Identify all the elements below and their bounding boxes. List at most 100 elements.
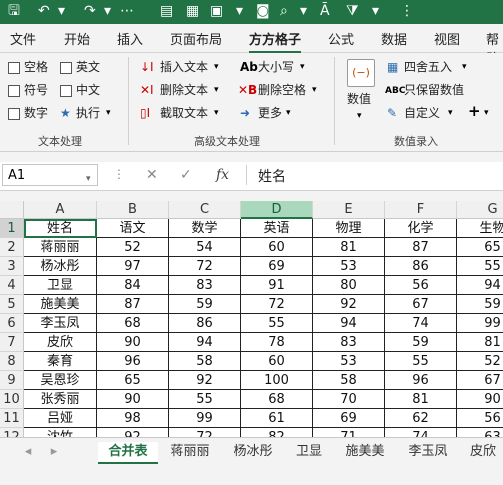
table-cell[interactable]: 68 (241, 390, 313, 409)
undo-icon[interactable]: ↶ (38, 2, 50, 20)
qat-overflow-icon[interactable]: ⋮ (400, 2, 414, 20)
tab-insert[interactable]: 插入 (117, 29, 143, 48)
case-dropdown-icon[interactable]: ▾ (300, 60, 305, 74)
formula-input[interactable]: 姓名 (258, 166, 286, 186)
table-cell[interactable]: 56 (385, 276, 457, 295)
table-cell[interactable]: 55 (241, 314, 313, 333)
table-cell[interactable]: 96 (385, 371, 457, 390)
sheet-tab[interactable]: 蒋丽丽 (160, 442, 220, 462)
chinese-checkbox[interactable] (60, 85, 72, 97)
table-header-cell[interactable]: 英语 (241, 219, 313, 238)
tab-data[interactable]: 数据 (381, 29, 407, 48)
table-cell[interactable]: 87 (97, 295, 169, 314)
tab-fangfanggezi[interactable]: 方方格子 (249, 29, 302, 54)
insert-function-button[interactable]: fx (216, 167, 229, 183)
column-header[interactable]: F (385, 201, 457, 219)
table-header-cell[interactable]: 化学 (385, 219, 457, 238)
table-cell[interactable]: 60 (241, 352, 313, 371)
row-header[interactable]: 9 (0, 371, 24, 390)
numeric-button[interactable]: 数值 (347, 91, 371, 107)
table-cell[interactable]: 80 (313, 276, 385, 295)
sheet-tab[interactable]: 施美美 (334, 442, 396, 462)
select-all-corner[interactable] (0, 201, 24, 219)
table-cell[interactable]: 94 (313, 314, 385, 333)
table-cell[interactable]: 99 (169, 409, 241, 428)
spreadsheet-grid[interactable]: ABCDEFG123456789101112姓名语文数学英语物理化学生物蒋丽丽5… (0, 201, 503, 437)
sheet-tab[interactable]: 卫显 (286, 442, 332, 462)
sheet-tab[interactable]: 皮欣 (460, 442, 503, 462)
sheet-tab[interactable]: 合并表 (98, 442, 158, 464)
insert-text-button[interactable]: 插入文本 (160, 59, 208, 75)
redo-icon[interactable]: ↷ (84, 2, 96, 20)
redo-dropdown-icon[interactable]: ▾ (104, 2, 111, 20)
table-cell[interactable]: 82 (241, 428, 313, 437)
qat-dropdown2-icon[interactable]: ▾ (300, 2, 307, 20)
camera-icon[interactable]: ◙ (256, 2, 270, 20)
table-cell[interactable]: 90 (97, 333, 169, 352)
row-header[interactable]: 8 (0, 352, 24, 371)
execute-dropdown-icon[interactable]: ▾ (106, 106, 111, 120)
column-header[interactable]: E (313, 201, 385, 219)
enter-icon[interactable]: ✓ (180, 167, 192, 183)
column-header[interactable]: G (457, 201, 503, 219)
table-cell[interactable]: 81 (457, 333, 503, 352)
delete-text-dropdown-icon[interactable]: ▾ (214, 83, 219, 97)
table-cell[interactable]: 59 (169, 295, 241, 314)
table-cell[interactable]: 69 (313, 409, 385, 428)
table-cell[interactable]: 67 (457, 371, 503, 390)
undo-dropdown-icon[interactable]: ▾ (58, 2, 65, 20)
more-dropdown-icon[interactable]: ▾ (286, 106, 291, 120)
table-cell[interactable]: 94 (169, 333, 241, 352)
table-cell[interactable]: 86 (385, 257, 457, 276)
delete-text-button[interactable]: 删除文本 (160, 82, 208, 98)
custom-button[interactable]: 自定义 (404, 105, 440, 121)
row-header[interactable]: 1 (0, 219, 24, 238)
table-cell[interactable]: 74 (385, 314, 457, 333)
table-cell[interactable]: 60 (241, 238, 313, 257)
prev-sheet-icon[interactable]: ◂ (18, 442, 38, 462)
table-cell[interactable]: 92 (169, 371, 241, 390)
round-button[interactable]: 四舍五入 (404, 59, 452, 75)
add-dropdown-icon[interactable]: ▾ (484, 106, 489, 120)
table-cell[interactable]: 吕娅 (24, 409, 97, 428)
column-header[interactable]: D (241, 201, 313, 219)
numeric-icon[interactable]: (−) (347, 59, 375, 87)
row-header[interactable]: 2 (0, 238, 24, 257)
save-icon[interactable]: 🖫 (8, 2, 20, 20)
table-cell[interactable]: 94 (457, 276, 503, 295)
table-cell[interactable]: 69 (241, 257, 313, 276)
custom-dropdown-icon[interactable]: ▾ (448, 106, 453, 120)
extract-text-dropdown-icon[interactable]: ▾ (214, 106, 219, 120)
table-cell[interactable]: 皮欣 (24, 333, 97, 352)
table-cell[interactable]: 87 (385, 238, 457, 257)
table-cell[interactable]: 55 (169, 390, 241, 409)
table-cell[interactable]: 59 (385, 333, 457, 352)
table-cell[interactable]: 卫显 (24, 276, 97, 295)
numeric-dropdown-icon[interactable]: ▾ (357, 109, 362, 123)
column-header[interactable]: C (169, 201, 241, 219)
more-button[interactable]: 更多 (258, 105, 282, 121)
table-cell[interactable]: 81 (385, 390, 457, 409)
table-cell[interactable]: 沈竹 (24, 428, 97, 437)
execute-button[interactable]: 执行 (76, 105, 100, 121)
picture-icon[interactable]: ▣ (210, 2, 223, 20)
extract-text-button[interactable]: 截取文本 (160, 105, 208, 121)
cancel-icon[interactable]: ✕ (146, 167, 158, 183)
table-cell[interactable]: 86 (169, 314, 241, 333)
table-cell[interactable]: 83 (313, 333, 385, 352)
column-header[interactable]: B (97, 201, 169, 219)
keep-value-button[interactable]: 只保留数值 (404, 82, 464, 98)
table-header-cell[interactable]: 物理 (313, 219, 385, 238)
table-cell[interactable]: 91 (241, 276, 313, 295)
table-header-cell[interactable]: 姓名 (24, 219, 97, 238)
table-cell[interactable]: 71 (313, 428, 385, 437)
space-checkbox[interactable] (8, 62, 20, 74)
row-header[interactable]: 10 (0, 390, 24, 409)
symbol-checkbox[interactable] (8, 85, 20, 97)
table-cell[interactable]: 53 (313, 257, 385, 276)
table-cell[interactable]: 65 (457, 238, 503, 257)
row-header[interactable]: 6 (0, 314, 24, 333)
print-icon[interactable]: ▤ (160, 2, 173, 20)
sheet-tab[interactable]: 杨冰彤 (222, 442, 284, 462)
qat-dropdown3-icon[interactable]: ▾ (372, 2, 379, 20)
